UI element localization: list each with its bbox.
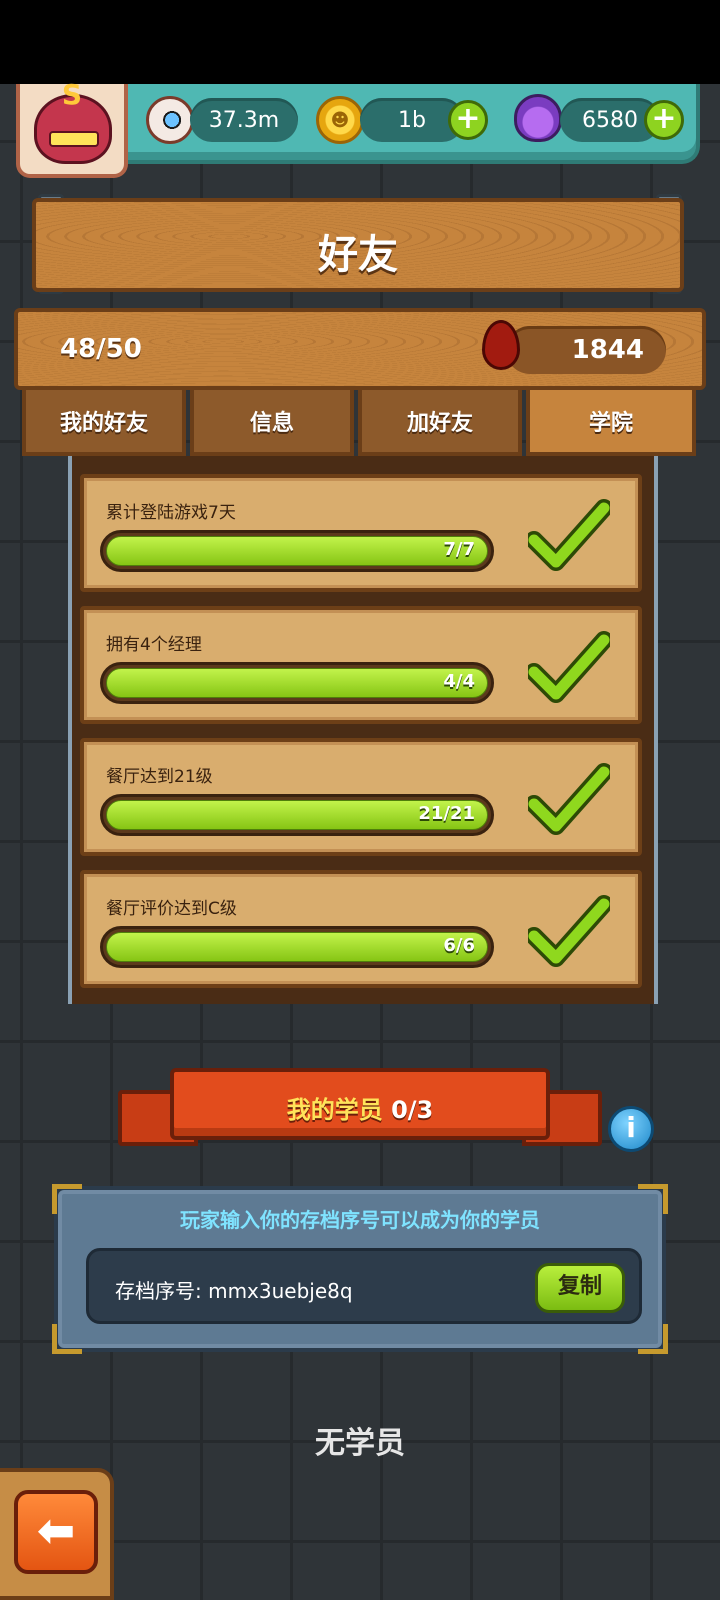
title-plank: 好友 (32, 198, 684, 292)
progress-fill (106, 668, 488, 698)
task-title: 餐厅达到21级 (106, 767, 213, 787)
back-button[interactable]: ⬅ (14, 1490, 98, 1574)
ribbon-main: 我的学员 0/3 (170, 1068, 550, 1140)
back-button-frame: ⬅ (0, 1468, 114, 1600)
checkmark-icon (528, 895, 610, 967)
progress-fill (106, 932, 488, 962)
tab-messages[interactable]: 信息 (190, 390, 354, 456)
friends-summary: 48/50 1844 (14, 308, 706, 390)
progress-text: 21/21 (418, 803, 475, 824)
no-students-text: 无学员 (315, 1426, 405, 1461)
students-title: 我的学员 (286, 1096, 383, 1124)
blood-value: 1844 (571, 335, 644, 365)
add-potions-button[interactable]: + (644, 100, 684, 140)
students-ribbon: 我的学员 0/3 (118, 1068, 602, 1150)
blood-counter: 1844 (482, 320, 666, 374)
progress-text: 7/7 (443, 539, 475, 560)
avatar-badge: S (61, 78, 83, 111)
tab-academy[interactable]: 学院 (526, 390, 696, 456)
add-coins-button[interactable]: + (448, 100, 488, 140)
task-card: 餐厅评价达到C级 6/6 (80, 870, 642, 988)
progress-text: 6/6 (443, 935, 475, 956)
save-code-text: 存档序号: mmx3uebje8q (115, 1279, 353, 1303)
invite-panel: 玩家输入你的存档序号可以成为你的学员 存档序号: mmx3uebje8q 复制 (52, 1184, 668, 1354)
students-heading: 我的学员 0/3 (174, 1090, 546, 1125)
task-card: 累计登陆游戏7天 7/7 (80, 474, 642, 592)
progress-bar: 6/6 (100, 926, 494, 968)
monster-teeth (49, 131, 99, 147)
task-title: 拥有4个经理 (106, 635, 202, 655)
checkmark-icon (528, 631, 610, 703)
invite-instructions: 玩家输入你的存档序号可以成为你的学员 (180, 1208, 540, 1232)
panel-corner (52, 1324, 82, 1354)
progress-text: 4/4 (443, 671, 475, 692)
copy-button[interactable]: 复制 (535, 1263, 625, 1313)
task-card: 拥有4个经理 4/4 (80, 606, 642, 724)
blood-drop-icon (482, 320, 520, 370)
progress-bar: 21/21 (100, 794, 494, 836)
coin-icon: ☻ (316, 96, 364, 144)
tab-my-friends[interactable]: 我的好友 (22, 390, 186, 456)
task-card: 餐厅达到21级 21/21 (80, 738, 642, 856)
save-code-box: 存档序号: mmx3uebje8q 复制 (86, 1248, 642, 1324)
tab-add-friend[interactable]: 加好友 (358, 390, 522, 456)
eyeball-icon (146, 96, 194, 144)
eyes-counter: 37.3m (190, 98, 298, 142)
player-avatar[interactable]: S (16, 78, 128, 178)
friend-count: 48/50 (60, 334, 142, 364)
page-title: 好友 (318, 232, 398, 278)
potion-icon (514, 94, 562, 142)
task-title: 餐厅评价达到C级 (106, 899, 237, 919)
progress-bar: 4/4 (100, 662, 494, 704)
info-icon[interactable]: i (608, 1106, 654, 1152)
checkmark-icon (528, 499, 610, 571)
checkmark-icon (528, 763, 610, 835)
resource-bar: 37.3m ☻ 1b + 6580 + (100, 84, 700, 164)
status-bar (0, 0, 720, 84)
students-count: 0/3 (391, 1096, 434, 1124)
back-arrow-icon: ⬅ (36, 1503, 76, 1557)
progress-bar: 7/7 (100, 530, 494, 572)
task-title: 累计登陆游戏7天 (106, 503, 236, 523)
panel-corner (638, 1324, 668, 1354)
progress-fill (106, 536, 488, 566)
